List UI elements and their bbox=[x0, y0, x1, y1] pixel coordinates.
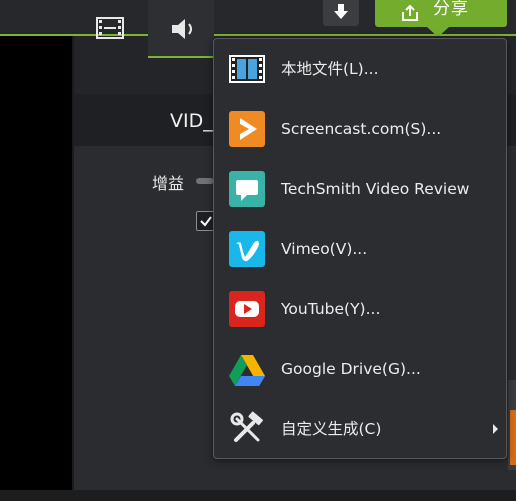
menu-item-screencast[interactable]: Screencast.com(S)... bbox=[214, 99, 506, 159]
menu-item-youtube[interactable]: YouTube(Y)... bbox=[214, 279, 506, 339]
google-drive-icon bbox=[229, 355, 265, 386]
menu-item-video-review[interactable]: TechSmith Video Review bbox=[214, 159, 506, 219]
vimeo-icon bbox=[229, 231, 265, 267]
video-review-icon bbox=[229, 171, 265, 207]
menu-label: 本地文件(L)... bbox=[281, 60, 379, 78]
speaker-icon bbox=[172, 19, 192, 39]
share-upload-icon bbox=[402, 4, 418, 21]
film-strip-icon bbox=[229, 55, 265, 83]
menu-label: Screencast.com(S)... bbox=[281, 120, 442, 138]
share-menu: 本地文件(L)... Screencast.com(S)... TechSmit… bbox=[213, 38, 507, 459]
tab-visual-properties[interactable] bbox=[74, 0, 148, 58]
menu-item-custom-production[interactable]: 自定义生成(C) bbox=[214, 399, 506, 459]
menu-item-local-file[interactable]: 本地文件(L)... bbox=[214, 39, 506, 99]
tools-icon bbox=[230, 411, 263, 442]
menu-label: Google Drive(G)... bbox=[281, 360, 421, 378]
share-label: 分享 bbox=[433, 0, 469, 19]
menu-label: Vimeo(V)... bbox=[281, 240, 368, 258]
bottom-bar bbox=[0, 490, 516, 501]
menu-label: 自定义生成(C) bbox=[281, 420, 382, 438]
menu-item-vimeo[interactable]: Vimeo(V)... bbox=[214, 219, 506, 279]
share-button[interactable]: 分享 bbox=[375, 0, 507, 27]
tab-audio-properties[interactable] bbox=[148, 0, 214, 58]
gain-label: 增益 bbox=[152, 174, 185, 193]
download-button[interactable] bbox=[323, 0, 359, 26]
youtube-icon bbox=[229, 291, 265, 327]
film-icon bbox=[96, 17, 124, 39]
screencast-icon bbox=[229, 111, 265, 147]
canvas-preview bbox=[0, 36, 72, 490]
clip-name: VID_ bbox=[170, 110, 213, 132]
submenu-arrow-icon bbox=[493, 424, 498, 434]
download-icon bbox=[334, 4, 348, 19]
menu-label: YouTube(Y)... bbox=[281, 300, 381, 318]
menu-item-google-drive[interactable]: Google Drive(G)... bbox=[214, 339, 506, 399]
checkmark-icon bbox=[200, 216, 212, 227]
timeline-edge-marker bbox=[510, 410, 516, 465]
menu-label: TechSmith Video Review bbox=[281, 180, 470, 198]
gain-slider[interactable] bbox=[196, 178, 214, 184]
